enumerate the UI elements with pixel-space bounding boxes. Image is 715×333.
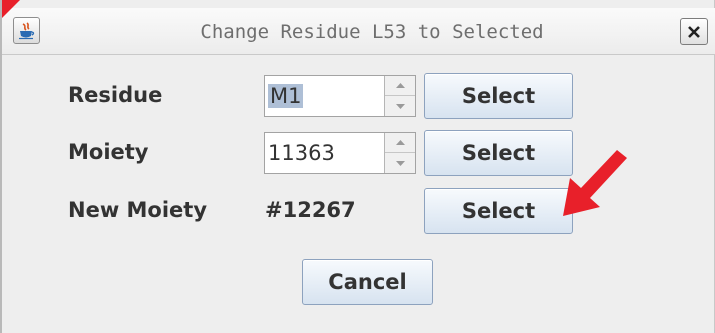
residue-select-button[interactable]: Select	[424, 73, 573, 119]
close-button[interactable]	[680, 18, 708, 45]
moiety-input[interactable]: 11363	[265, 133, 385, 173]
spinner-up-icon[interactable]	[385, 133, 415, 153]
red-arrow-annotation	[563, 150, 627, 216]
residue-input[interactable]: M1	[265, 76, 385, 116]
new-moiety-value: #12267	[265, 198, 356, 222]
spinner-down-icon[interactable]	[385, 96, 415, 116]
spinner-down-icon[interactable]	[385, 153, 415, 173]
residue-label: Residue	[68, 83, 163, 107]
close-icon	[688, 25, 700, 38]
moiety-select-button[interactable]: Select	[424, 130, 573, 176]
residue-spinner-buttons	[384, 76, 415, 116]
moiety-spinner-buttons	[384, 133, 415, 173]
moiety-value: 11363	[268, 141, 335, 165]
dialog-title: Change Residue L53 to Selected	[200, 21, 544, 43]
new-moiety-select-button[interactable]: Select	[424, 188, 573, 234]
window-corner-marker	[2, 0, 20, 18]
java-app-icon[interactable]	[13, 17, 40, 44]
moiety-spinner[interactable]: 11363	[264, 132, 416, 174]
new-moiety-label: New Moiety	[68, 198, 208, 222]
residue-value: M1	[268, 84, 304, 108]
spinner-up-icon[interactable]	[385, 76, 415, 96]
title-bar[interactable]: Change Residue L53 to Selected	[2, 8, 715, 55]
moiety-label: Moiety	[68, 140, 149, 164]
cancel-button[interactable]: Cancel	[302, 259, 433, 305]
residue-spinner[interactable]: M1	[264, 75, 416, 117]
change-residue-dialog: Change Residue L53 to Selected Residue M…	[0, 0, 715, 333]
